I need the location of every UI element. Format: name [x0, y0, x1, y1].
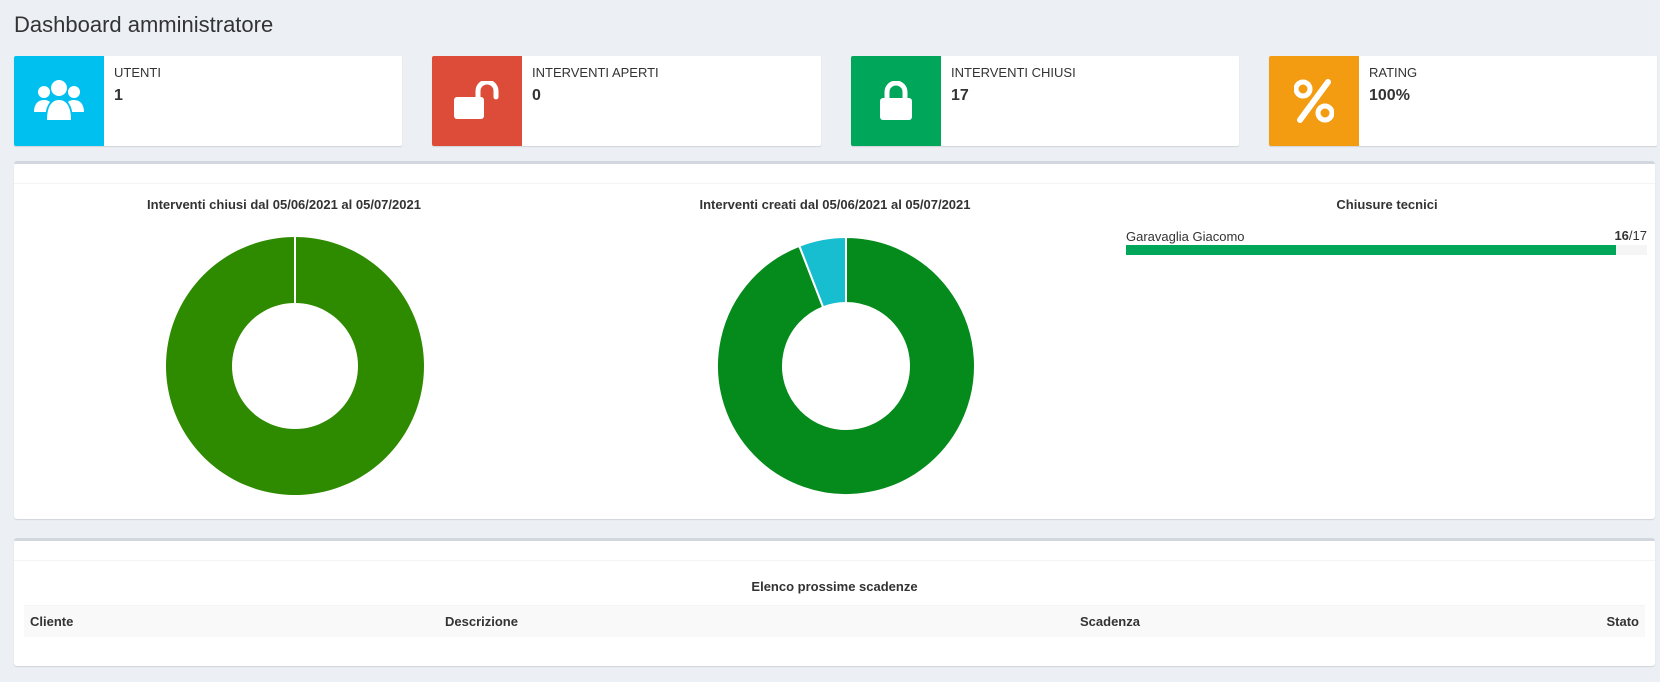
- info-box-value: 17: [951, 87, 969, 104]
- column-header-scadenza[interactable]: Scadenza: [1080, 614, 1140, 629]
- info-box-icon-area: [1269, 56, 1359, 146]
- info-box-label: INTERVENTI CHIUSI: [951, 65, 1076, 80]
- info-box-icon-area: [14, 56, 104, 146]
- info-box-interventi-aperti[interactable]: INTERVENTI APERTI 0: [432, 56, 821, 146]
- technician-progress-fill: [1126, 245, 1617, 255]
- deadlines-table-header: Cliente Descrizione Scadenza Stato: [24, 605, 1645, 637]
- info-box-utenti[interactable]: UTENTI 1: [14, 56, 402, 146]
- page-title: Dashboard amministratore: [14, 12, 274, 37]
- chart-title-closed: Interventi chiusi dal 05/06/2021 al 05/0…: [147, 197, 421, 212]
- column-header-descrizione[interactable]: Descrizione: [445, 614, 518, 629]
- info-box-interventi-chiusi[interactable]: INTERVENTI CHIUSI 17: [851, 56, 1239, 146]
- info-box-label: RATING: [1369, 65, 1418, 80]
- chart-title-created: Interventi creati dal 05/06/2021 al 05/0…: [699, 197, 971, 212]
- info-box-label: UTENTI: [114, 65, 161, 80]
- technician-total: /17: [1628, 228, 1647, 243]
- panel-header: [14, 164, 1655, 184]
- technician-closed: 16: [1614, 228, 1629, 243]
- info-box-value: 100%: [1369, 87, 1410, 104]
- info-box-icon-area: [432, 56, 522, 146]
- unlock-icon: [454, 81, 499, 119]
- technician-name: Garavaglia Giacomo: [1126, 229, 1245, 244]
- percent-icon: [1294, 79, 1334, 123]
- column-header-stato[interactable]: Stato: [1607, 614, 1640, 629]
- info-box-value: 0: [532, 87, 541, 104]
- technician-count: 16/17: [1614, 228, 1647, 243]
- users-icon: [34, 80, 84, 120]
- deadlines-panel: Elenco prossime scadenze Cliente Descriz…: [14, 538, 1655, 666]
- technician-progress-track: [1126, 245, 1647, 255]
- donut-chart-closed: [165, 237, 424, 495]
- donut-chart-created: [716, 235, 976, 496]
- info-box-icon-area: [851, 56, 941, 146]
- info-box-label: INTERVENTI APERTI: [532, 65, 659, 80]
- column-header-cliente[interactable]: Cliente: [30, 614, 73, 629]
- deadlines-title: Elenco prossime scadenze: [751, 579, 918, 594]
- technician-row: Garavaglia Giacomo 16/17: [1126, 228, 1647, 255]
- info-box-value: 1: [114, 87, 123, 104]
- chart-title-technicians: Chiusure tecnici: [1336, 197, 1438, 212]
- panel-header: [14, 541, 1655, 561]
- info-box-rating[interactable]: RATING 100%: [1269, 56, 1657, 146]
- lock-icon: [880, 81, 912, 120]
